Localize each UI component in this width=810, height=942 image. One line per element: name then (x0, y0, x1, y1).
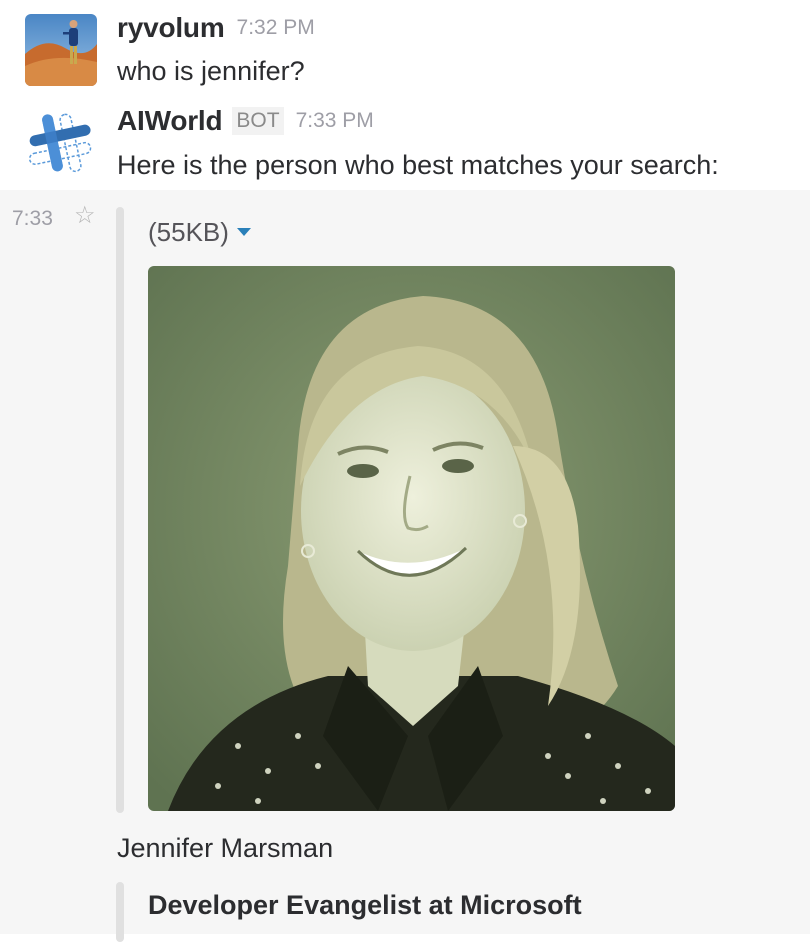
message-header: ryvolum 7:32 PM (117, 12, 315, 44)
message-header: AIWorld BOT 7:33 PM (117, 105, 374, 137)
bot-badge: BOT (232, 107, 284, 135)
sender-name[interactable]: AIWorld (117, 105, 223, 136)
message-timestamp[interactable]: 7:32 PM (237, 16, 315, 39)
file-size-dropdown[interactable]: (55KB) (148, 217, 251, 248)
person-photo (148, 266, 675, 811)
file-size-label: (55KB) (148, 217, 229, 247)
caret-down-icon[interactable] (236, 228, 251, 236)
hashtag-logo-avatar (28, 113, 92, 173)
avatar[interactable] (25, 14, 97, 86)
attachment-title-border (116, 882, 124, 942)
desert-portrait-avatar (25, 14, 97, 86)
message-timestamp[interactable]: 7:33 PM (296, 109, 374, 132)
avatar[interactable] (25, 108, 97, 180)
attachment-photo[interactable] (148, 266, 675, 811)
attachment-caption: Jennifer Marsman (117, 833, 334, 863)
hover-timestamp[interactable]: 7:33 (12, 207, 53, 231)
message-aiworld: AIWorld BOT 7:33 PM Here is the person who… (0, 105, 810, 190)
message-text: who is jennifer? (117, 56, 305, 86)
attachment-title[interactable]: Developer Evangelist at Microsoft (148, 890, 582, 921)
message-text: Here is the person who best matches your… (117, 150, 719, 180)
attachment-border (116, 207, 124, 813)
sender-name[interactable]: ryvolum (117, 12, 225, 43)
star-outline-icon[interactable]: ☆ (74, 204, 96, 228)
message-ryvolum: ryvolum 7:32 PM who is jennifer? (0, 12, 810, 92)
